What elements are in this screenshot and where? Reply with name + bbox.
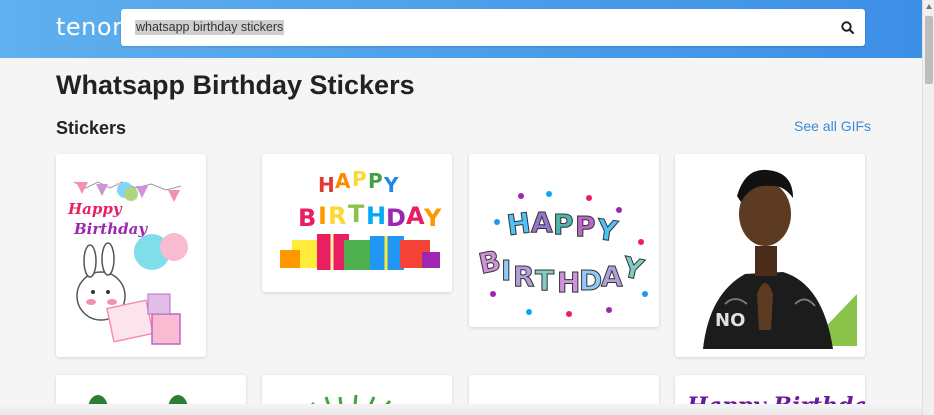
vertical-scrollbar[interactable] [922, 0, 934, 415]
search-bar[interactable]: whatsapp birthday stickers [121, 9, 865, 46]
top-header: tenor whatsapp birthday stickers [0, 0, 922, 58]
svg-text:Y: Y [423, 204, 442, 232]
svg-text:T: T [535, 264, 554, 297]
section-title: Stickers [56, 118, 127, 138]
svg-text:D: D [579, 264, 602, 297]
svg-text:R: R [328, 202, 346, 230]
svg-text:P: P [352, 167, 367, 191]
svg-text:Y: Y [594, 213, 620, 249]
svg-text:A: A [406, 202, 425, 230]
svg-text:Y: Y [383, 173, 399, 197]
sticker-text-birthday: Birthday [73, 220, 148, 238]
svg-text:NO: NO [715, 310, 745, 331]
svg-text:P: P [553, 208, 574, 241]
svg-text:Y: Y [619, 250, 647, 287]
svg-text:H: H [505, 206, 533, 242]
svg-text:B: B [298, 204, 316, 232]
search-input[interactable]: whatsapp birthday stickers [135, 20, 285, 35]
svg-text:I: I [501, 254, 511, 287]
search-icon[interactable] [839, 19, 857, 37]
happy-birthday-letters-sticker-image: H A P P Y B I R T H D A Y [475, 191, 648, 317]
svg-text:I: I [318, 202, 327, 230]
svg-text:D: D [386, 204, 406, 232]
scroll-up-arrow-icon[interactable] [925, 2, 933, 12]
svg-text:H: H [318, 173, 335, 197]
see-all-gifs-link[interactable]: See all GIFs [794, 118, 871, 134]
svg-text:B: B [476, 244, 504, 281]
svg-text:A: A [601, 260, 623, 293]
gifts-birthday-sticker-image: HA PP Y BI RT HD AY [280, 167, 442, 270]
svg-text:H: H [557, 266, 580, 299]
sticker-text-happy: Happy [67, 200, 123, 218]
svg-text:P: P [368, 169, 383, 193]
sticker-card-happy-birthday-letters[interactable]: H A P P Y B I R T H D A Y [469, 154, 659, 327]
svg-text:R: R [513, 260, 535, 293]
page-title: Whatsapp Birthday Stickers [56, 70, 415, 100]
bottom-edge-fade [0, 404, 922, 415]
bunny-birthday-sticker-image: Happy Birthday [67, 181, 188, 345]
svg-text:A: A [335, 169, 351, 193]
sticker-card-man-praying[interactable]: NO [675, 154, 865, 357]
sticker-card-bunny-birthday[interactable]: Happy Birthday [56, 154, 206, 357]
svg-text:H: H [366, 202, 386, 230]
man-praying-sticker-image: NO [703, 169, 857, 349]
svg-text:A: A [531, 206, 553, 239]
svg-text:P: P [575, 210, 596, 243]
svg-text:T: T [348, 200, 365, 228]
sticker-card-gifts-birthday[interactable]: HA PP Y BI RT HD AY [262, 154, 452, 292]
scrollbar-thumb[interactable] [925, 16, 933, 84]
tenor-logo[interactable]: tenor [56, 13, 122, 41]
